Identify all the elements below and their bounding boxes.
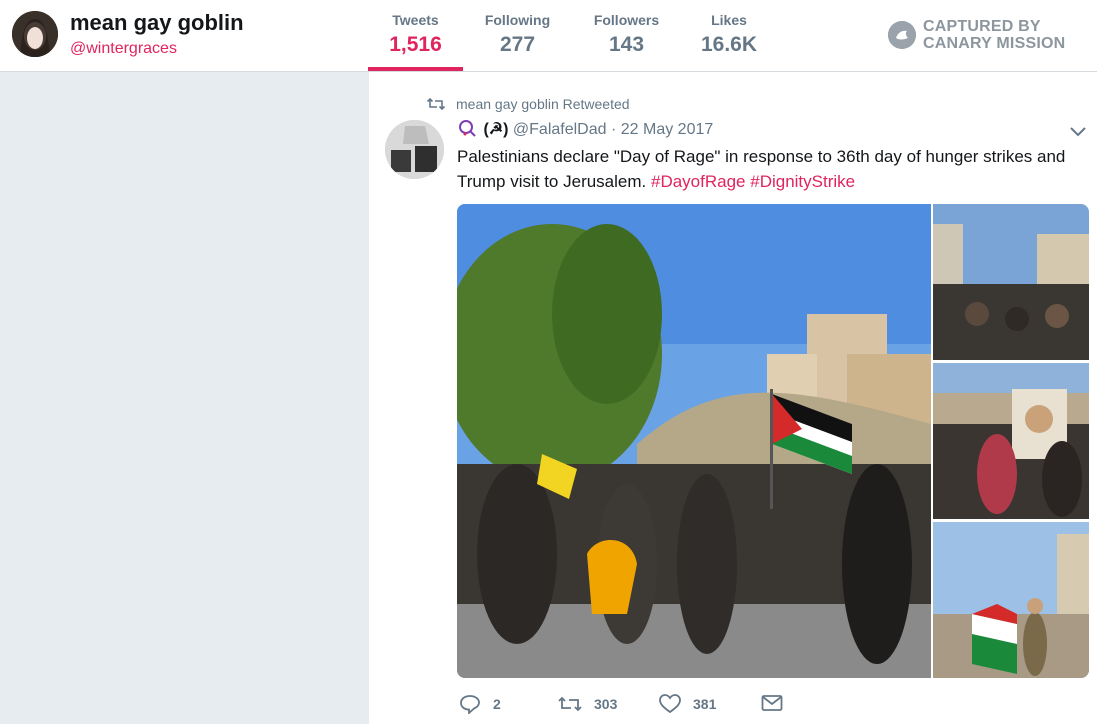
canary-line2: CANARY MISSION [923, 35, 1066, 52]
stat-following[interactable]: Following 277 [480, 12, 555, 57]
canary-line1: CAPTURED BY [923, 18, 1041, 35]
tweet-author-name[interactable]: (☭) [483, 121, 508, 138]
stat-likes-label: Likes [711, 12, 747, 28]
retweet-icon [558, 696, 582, 712]
stat-tweets[interactable]: Tweets 1,516 [388, 12, 443, 57]
stat-likes-value: 16.6K [700, 33, 758, 56]
envelope-icon [761, 695, 783, 711]
media-photo-thumb-2[interactable] [933, 363, 1089, 519]
reply-button[interactable]: 2 [459, 694, 501, 714]
retweet-count: 303 [594, 696, 618, 712]
hashtag-day-of-rage[interactable]: #DayofRage [651, 172, 746, 191]
stat-followers[interactable]: Followers 143 [589, 12, 664, 57]
retweet-note[interactable]: mean gay goblin Retweeted [456, 96, 630, 112]
tweet-author-logo-icon [457, 119, 479, 142]
stat-following-label: Following [484, 12, 551, 28]
retweet-small-icon [427, 97, 445, 111]
profile-avatar[interactable] [12, 11, 58, 57]
media-photo-thumb-3[interactable] [933, 522, 1089, 678]
profile-display-name[interactable]: mean gay goblin [70, 10, 244, 36]
direct-message-button[interactable] [761, 694, 795, 712]
reply-icon [460, 695, 480, 714]
reply-count: 2 [493, 696, 501, 712]
retweet-button[interactable]: 303 [558, 694, 617, 714]
media-photo-thumb-1[interactable] [933, 204, 1089, 360]
tweet-text: Palestinians declare "Day of Rage" in re… [457, 144, 1087, 194]
media-photo-main[interactable] [457, 204, 931, 678]
tweet-header: (☭) @FalafelDad · 22 May 2017 [457, 119, 713, 142]
like-count: 381 [693, 696, 717, 712]
chevron-down-icon[interactable] [1069, 125, 1087, 137]
tweet-card[interactable]: mean gay goblin Retweeted (☭) @FalafelDa… [369, 72, 1097, 724]
tweet-media-grid[interactable] [457, 204, 1089, 678]
stat-tweets-label: Tweets [392, 12, 439, 28]
hashtag-dignity-strike[interactable]: #DignityStrike [750, 172, 855, 191]
stat-following-value: 277 [499, 33, 536, 56]
stat-followers-label: Followers [593, 12, 660, 28]
active-tab-indicator [368, 67, 463, 71]
tweet-author-avatar[interactable] [385, 120, 444, 179]
tweet-author-handle[interactable]: @FalafelDad [513, 121, 607, 138]
profile-header-bar: mean gay goblin @wintergraces Tweets 1,5… [0, 0, 1097, 72]
stat-followers-value: 143 [608, 33, 645, 56]
stat-likes[interactable]: Likes 16.6K [697, 12, 761, 57]
like-button[interactable]: 381 [659, 694, 716, 714]
tweet-date[interactable]: · 22 May 2017 [611, 121, 713, 138]
stat-tweets-value: 1,516 [389, 33, 442, 56]
canary-bird-icon [888, 21, 916, 49]
heart-icon [659, 694, 681, 714]
profile-handle[interactable]: @wintergraces [70, 40, 177, 58]
